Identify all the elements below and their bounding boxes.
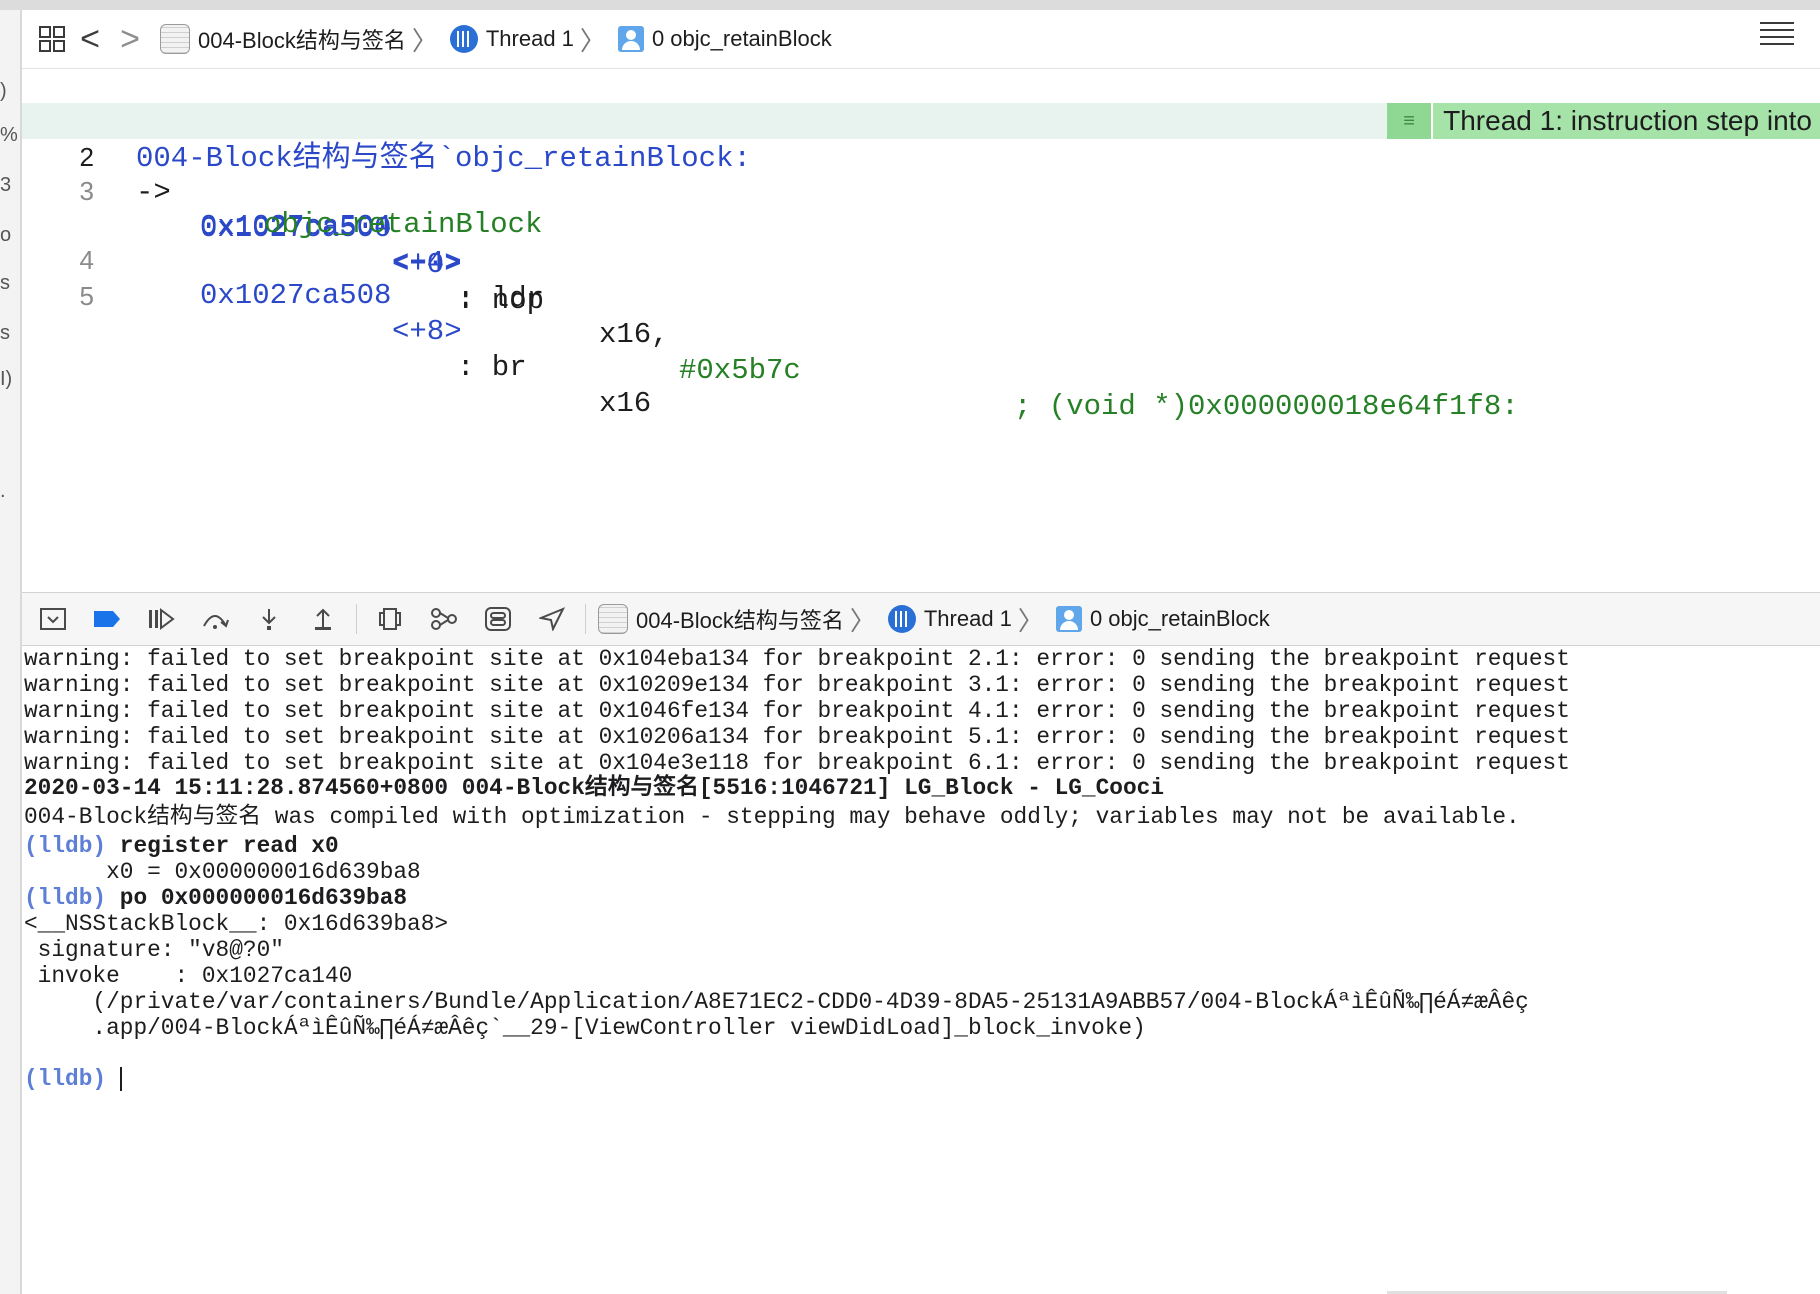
toolbar-divider <box>356 604 357 634</box>
code-line: 4 0x1027ca508 <+8> : br x16 <box>22 206 1820 420</box>
breadcrumb-label: 0 objc_retainBlock <box>1089 606 1270 631</box>
jump-bar: < > 004-Block结构与签名 〉 Thread 1 〉 0 objc_r… <box>22 10 1820 69</box>
instruction-address: 0x1027ca508 <box>200 279 392 312</box>
simulate-location-button[interactable] <box>525 599 579 639</box>
left-fragment: . <box>0 480 6 502</box>
breadcrumb-project[interactable]: 004-Block结构与签名 〉 <box>160 21 444 58</box>
step-out-button[interactable] <box>296 599 350 639</box>
console-line: warning: failed to set breakpoint site a… <box>24 698 1570 724</box>
hide-debug-area-button[interactable] <box>26 599 80 639</box>
instruction-immediate: #0x5b7c <box>679 354 801 387</box>
console-line: x0 = 0x000000016d639ba8 <box>24 859 421 885</box>
lldb-console[interactable]: warning: failed to set breakpoint site a… <box>22 646 1820 1294</box>
disassembly-editor[interactable]: 1 004-Block结构与签名`objc_retainBlock: 2 -> … <box>22 69 1820 589</box>
console-log-line: 2020-03-14 15:11:28.874560+0800 004-Bloc… <box>24 775 1165 801</box>
breakpoints-toggle-button[interactable] <box>80 599 134 639</box>
document-items-icon[interactable] <box>1760 22 1794 50</box>
left-fragment: % <box>0 124 18 146</box>
breadcrumb-label: Thread 1 <box>923 606 1012 631</box>
thread-icon <box>449 25 478 53</box>
lldb-command: register read x0 <box>119 833 339 859</box>
instruction-mnemonic: : ldr <box>457 282 545 315</box>
console-line: <__NSStackBlock__: 0x16d639ba8> <box>24 911 449 937</box>
line-number: 5 <box>79 281 94 311</box>
instruction-operands: x16 <box>599 387 652 420</box>
debug-breadcrumb-frame[interactable]: 0 objc_retainBlock <box>1055 606 1270 632</box>
debug-breadcrumb-thread[interactable]: Thread 1 〉 <box>887 601 1050 638</box>
debug-bar: 004-Block结构与签名 〉 Thread 1 〉 0 objc_retai… <box>22 592 1820 646</box>
window-top-strip <box>0 0 1820 10</box>
debug-breadcrumb-project[interactable]: 004-Block结构与签名 〉 <box>598 601 882 638</box>
lldb-command: po 0x000000016d639ba8 <box>119 885 408 911</box>
left-fragment: I) <box>0 368 13 390</box>
console-line: signature: "v8@?0" <box>24 937 284 963</box>
console-command-line: (lldb) po 0x000000016d639ba8 <box>24 885 407 911</box>
instruction-comment: ; (void *)0x000000018e64f1f8: <box>1014 390 1519 423</box>
instruction-mnemonic: : br <box>457 351 527 384</box>
breadcrumb-label: 0 objc_retainBlock <box>651 26 832 51</box>
instruction-offset: <+8> <box>392 315 462 348</box>
console-line: warning: failed to set breakpoint site a… <box>24 672 1570 698</box>
left-fragment: 3 <box>0 174 12 196</box>
code-line-current: 2 -> 0x1027ca500 <+0> : nop ≡ Thread 1: … <box>22 103 1820 317</box>
lldb-prompt: (lldb) <box>24 833 107 859</box>
breadcrumb-thread[interactable]: Thread 1 〉 <box>449 21 612 58</box>
stack-frame-icon <box>1055 606 1082 632</box>
lldb-prompt: (lldb) <box>24 885 107 911</box>
back-button[interactable]: < <box>70 22 110 56</box>
code-line: 5 <box>22 242 1820 311</box>
chevron-right-icon: 〉 <box>849 605 876 636</box>
app-icon <box>160 24 190 54</box>
text-cursor <box>119 1066 122 1091</box>
console-line: 004-Block结构与签名 was compiled with optimiz… <box>24 804 1520 830</box>
left-fragment: o <box>0 224 12 246</box>
console-line: (/private/var/containers/Bundle/Applicat… <box>24 989 1529 1015</box>
code-line: 3 0x1027ca504 <+4> : ldr x16, #0x5b7c ; … <box>22 137 1820 423</box>
left-navigator-edge: ) % 3 o s s I) . <box>0 10 22 1294</box>
step-into-button[interactable] <box>242 599 296 639</box>
environment-overrides-button[interactable] <box>471 599 525 639</box>
debug-view-hierarchy-button[interactable] <box>363 599 417 639</box>
related-items-icon[interactable] <box>34 21 70 57</box>
stack-frame-icon <box>617 26 644 52</box>
breadcrumb-label: 004-Block结构与签名 <box>198 28 406 53</box>
code-line-continuation: objc_retainBlock <box>22 171 1820 241</box>
left-fragment: s <box>0 272 10 294</box>
thread-status-text: Thread 1: instruction step into <box>1443 105 1812 136</box>
toolbar-divider <box>585 604 586 634</box>
console-line: warning: failed to set breakpoint site a… <box>24 646 1570 672</box>
code-line: 1 004-Block结构与签名`objc_retainBlock: <box>22 69 1820 175</box>
instruction-operands: x16, <box>599 318 687 351</box>
lldb-prompt: (lldb) <box>24 1066 107 1092</box>
app-icon <box>598 604 628 634</box>
console-input-line[interactable]: (lldb) <box>24 1066 122 1092</box>
continue-button[interactable] <box>134 599 188 639</box>
console-line: .app/004-BlockÁªìÊûÑ‰∏éÁ≠æÂêç`__29-[View… <box>24 1015 1146 1041</box>
console-command-line: (lldb) register read x0 <box>24 833 339 859</box>
chevron-right-icon: 〉 <box>411 25 438 56</box>
console-line: invoke : 0x1027ca140 <box>24 963 353 989</box>
debug-memory-graph-button[interactable] <box>417 599 471 639</box>
chevron-right-icon: 〉 <box>1017 605 1044 636</box>
breadcrumb-frame[interactable]: 0 objc_retainBlock <box>617 26 832 52</box>
step-over-button[interactable] <box>188 599 242 639</box>
menu-lines-icon: ≡ <box>1387 103 1434 139</box>
breadcrumb-label: Thread 1 <box>485 26 574 51</box>
chevron-right-icon: 〉 <box>579 25 606 56</box>
forward-button[interactable]: > <box>110 22 150 56</box>
thread-icon <box>887 605 916 633</box>
console-line: warning: failed to set breakpoint site a… <box>24 750 1570 776</box>
left-fragment: s <box>0 322 10 344</box>
left-fragment: ) <box>0 80 7 102</box>
thread-status-badge[interactable]: ≡ Thread 1: instruction step into <box>1387 103 1820 139</box>
breadcrumb-label: 004-Block结构与签名 <box>636 608 844 633</box>
console-line: warning: failed to set breakpoint site a… <box>24 724 1570 750</box>
